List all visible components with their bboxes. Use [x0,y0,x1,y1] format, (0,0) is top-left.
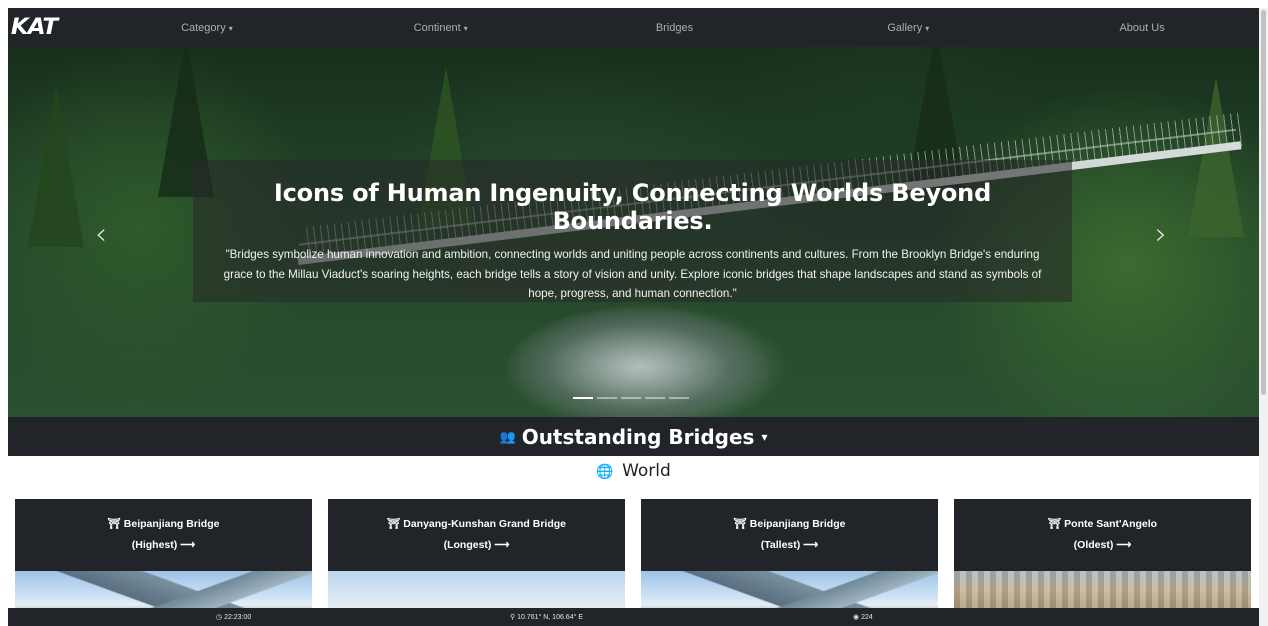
page: KAT Category ▾ Continent ▾ Bridges Gallery… [8,8,1259,626]
clock-icon: ◷ [216,614,225,621]
nav-item-category[interactable]: Category ▾ [90,22,324,34]
status-coords: ⚲ 10.761° N, 106.64° E [510,613,583,621]
people-icon: 👥 [499,428,516,444]
card-subtitle-text: (Longest) [443,539,492,551]
status-views: ◉ 224 [853,613,873,621]
nav-item-gallery[interactable]: Gallery ▾ [791,22,1025,34]
arrow-right-icon: ⟶ [1116,539,1132,551]
carousel-indicator[interactable] [573,397,593,399]
carousel-indicator[interactable] [645,397,665,399]
card-subtitle-text: (Oldest) [1073,539,1114,551]
card-title-text: Danyang-Kunshan Grand Bridge [403,518,567,530]
card-subtitle-text: (Tallest) [760,539,801,551]
nav-label: Category [181,21,226,34]
coords-value: 10.761° N, 106.64° E [517,614,584,621]
bridge-icon: ⛩ [1047,518,1062,530]
world-label: World [622,461,671,481]
carousel-next-icon[interactable]: › [1155,217,1167,252]
carousel-prev-icon[interactable]: ‹ [95,217,107,252]
hero-text: "Bridges symbolize human innovation and … [223,248,1042,300]
navbar: KAT Category ▾ Continent ▾ Bridges Gallery… [8,8,1259,47]
caret-down-icon: ▾ [463,23,468,33]
world-heading: 🌐 World [8,461,1259,481]
bridge-card[interactable]: ⛩ Beipanjiang Bridge (Highest) ⟶ [15,499,312,619]
nav-label: Continent [413,21,461,34]
card-title: ⛩ Danyang-Kunshan Grand Bridge [328,517,625,530]
bridge-cards: ⛩ Beipanjiang Bridge (Highest) ⟶ ⛩ Danyang… [15,499,1252,619]
card-title-text: Ponte Sant'Angelo [1064,518,1158,530]
arrow-right-icon: ⟶ [180,539,196,551]
carousel-indicators [573,397,689,399]
card-subtitle-text: (Highest) [131,539,178,551]
nav-label: About Us [1119,21,1165,34]
nav-label: Bridges [655,21,694,34]
bridge-card[interactable]: ⛩ Ponte Sant'Angelo (Oldest) ⟶ [954,499,1251,619]
bridge-icon: ⛩ [107,518,121,530]
caret-down-icon: ▾ [228,23,233,33]
status-time: ◷ 22:23:00 [216,613,251,621]
caret-down-icon: ▾ [761,429,768,444]
page-scrollbar[interactable] [1259,8,1268,626]
card-title-text: Beipanjiang Bridge [123,518,220,530]
river-shape [508,307,768,417]
carousel-indicator[interactable] [669,397,689,399]
hero-carousel: Icons of Human Ingenuity, Connecting Wor… [8,47,1259,417]
brand-logo-text: KAT [10,15,58,40]
scrollbar-thumb[interactable] [1261,10,1266,395]
outstanding-bridges-toggle[interactable]: 👥 Outstanding Bridges ▾ [8,417,1259,456]
nav-item-continent[interactable]: Continent ▾ [324,22,558,34]
bridge-card[interactable]: ⛩ Beipanjiang Bridge (Tallest) ⟶ [641,499,938,619]
card-title: ⛩ Beipanjiang Bridge [15,517,312,530]
carousel-indicator[interactable] [597,397,617,399]
bridge-card[interactable]: ⛩ Danyang-Kunshan Grand Bridge (Longest) … [328,499,625,619]
eye-icon: ◉ [853,614,862,621]
brand-logo[interactable]: KAT [8,8,90,47]
card-title: ⛩ Ponte Sant'Angelo [954,517,1251,530]
time-value: 22:23:00 [224,614,252,621]
hero-caption: Icons of Human Ingenuity, Connecting Wor… [193,160,1072,302]
outstanding-title: Outstanding Bridges [521,424,755,449]
arrow-right-icon: ⟶ [803,539,819,551]
nav-item-bridges[interactable]: Bridges [558,22,792,34]
views-value: 224 [861,614,873,621]
carousel-indicator[interactable] [621,397,641,399]
tree-shape [28,87,84,247]
tree-shape [1188,77,1244,237]
card-title-text: Beipanjiang Bridge [749,518,846,530]
bridge-icon: ⛩ [386,518,401,530]
card-subtitle[interactable]: (Longest) ⟶ [328,539,625,551]
bridge-icon: ⛩ [733,518,747,530]
card-subtitle[interactable]: (Oldest) ⟶ [954,539,1251,551]
globe-icon: 🌐 [596,463,614,479]
status-bar: ◷ 22:23:00 ⚲ 10.761° N, 106.64° E ◉ 224 [8,608,1259,626]
card-subtitle[interactable]: (Tallest) ⟶ [641,539,938,551]
arrow-right-icon: ⟶ [494,539,510,551]
hero-title: Icons of Human Ingenuity, Connecting Wor… [273,179,992,235]
card-subtitle[interactable]: (Highest) ⟶ [15,539,312,551]
caret-down-icon: ▾ [925,23,930,33]
nav-item-about-us[interactable]: About Us [1025,22,1259,34]
card-title: ⛩ Beipanjiang Bridge [641,517,938,530]
nav-label: Gallery [887,21,923,34]
